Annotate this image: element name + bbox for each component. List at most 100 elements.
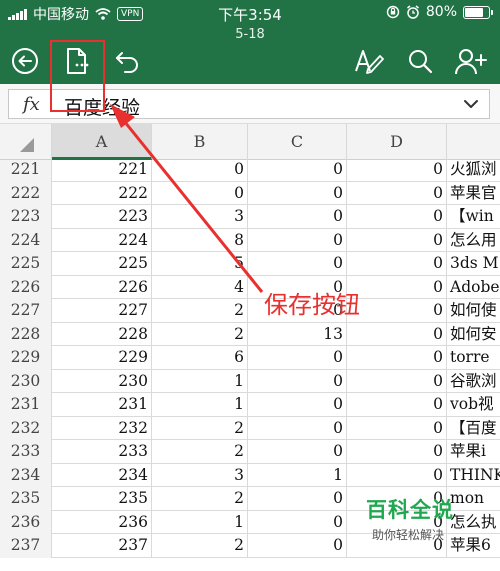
row-number[interactable]: 228 (0, 322, 52, 346)
row-number[interactable]: 231 (0, 393, 52, 417)
cell-e[interactable]: 【百度 (447, 417, 500, 441)
cell-d[interactable]: 0 (347, 369, 447, 393)
cell-e[interactable]: 【win (447, 205, 500, 229)
cell-d[interactable]: 0 (347, 393, 447, 417)
row-number[interactable]: 232 (0, 416, 52, 440)
cell-e[interactable]: THINK (447, 464, 500, 488)
cell-d[interactable]: 0 (347, 440, 447, 464)
cell-c[interactable]: 0 (248, 369, 347, 393)
cell-a[interactable]: 228 (52, 322, 152, 346)
cell-c[interactable]: 0 (248, 510, 347, 534)
cell-e[interactable]: 如何使 (447, 299, 500, 323)
row-number[interactable]: 223 (0, 205, 52, 229)
format-button[interactable] (352, 44, 386, 78)
row-number[interactable]: 235 (0, 487, 52, 511)
cell-d[interactable]: 0 (347, 205, 447, 229)
cell-a[interactable]: 227 (52, 299, 152, 323)
cell-e[interactable]: 谷歌浏 (447, 370, 500, 394)
column-header-d[interactable]: D (347, 124, 447, 160)
cell-d[interactable]: 0 (347, 346, 447, 370)
cell-d[interactable]: 0 (347, 158, 447, 182)
cell-a[interactable]: 229 (52, 346, 152, 370)
undo-button[interactable] (111, 44, 145, 78)
cell-c[interactable]: 0 (248, 416, 347, 440)
cell-e[interactable]: 怎么用 (447, 229, 500, 253)
cell-b[interactable]: 4 (152, 275, 248, 299)
cell-b[interactable]: 2 (152, 299, 248, 323)
cell-b[interactable]: 2 (152, 487, 248, 511)
cell-a[interactable]: 233 (52, 440, 152, 464)
cell-b[interactable]: 3 (152, 463, 248, 487)
column-header-e[interactable] (447, 124, 500, 160)
cell-c[interactable]: 0 (248, 228, 347, 252)
cell-a[interactable]: 225 (52, 252, 152, 276)
cell-a[interactable]: 230 (52, 369, 152, 393)
cell-e[interactable]: 3ds M (447, 252, 500, 276)
cell-c[interactable]: 0 (248, 346, 347, 370)
cell-e[interactable]: 火狐浏 (447, 158, 500, 182)
select-all-corner[interactable] (0, 124, 52, 160)
cell-c[interactable]: 0 (248, 393, 347, 417)
cell-b[interactable]: 2 (152, 440, 248, 464)
cell-a[interactable]: 223 (52, 205, 152, 229)
row-number[interactable]: 226 (0, 275, 52, 299)
cell-d[interactable]: 0 (347, 252, 447, 276)
cell-a[interactable]: 224 (52, 228, 152, 252)
cell-d[interactable]: 0 (347, 463, 447, 487)
share-button[interactable] (454, 44, 488, 78)
row-number[interactable]: 225 (0, 252, 52, 276)
column-header-a[interactable]: A (52, 124, 152, 160)
row-number[interactable]: 234 (0, 463, 52, 487)
back-button[interactable] (8, 44, 42, 78)
cell-a[interactable]: 237 (52, 534, 152, 558)
cell-e[interactable]: vob视 (447, 393, 500, 417)
column-header-b[interactable]: B (152, 124, 248, 160)
save-button[interactable] (60, 44, 94, 78)
row-number[interactable]: 224 (0, 228, 52, 252)
cell-d[interactable]: 0 (347, 299, 447, 323)
cell-b[interactable]: 2 (152, 416, 248, 440)
cell-c[interactable]: 0 (248, 158, 347, 182)
cell-d[interactable]: 0 (347, 322, 447, 346)
cell-b[interactable]: 0 (152, 158, 248, 182)
cell-e[interactable]: 苹果i (447, 440, 500, 464)
cell-b[interactable]: 3 (152, 205, 248, 229)
cell-b[interactable]: 1 (152, 510, 248, 534)
cell-a[interactable]: 232 (52, 416, 152, 440)
cell-e[interactable]: 如何安 (447, 323, 500, 347)
cell-c[interactable]: 1 (248, 463, 347, 487)
column-header-c[interactable]: C (248, 124, 347, 160)
search-button[interactable] (403, 44, 437, 78)
formula-input[interactable]: fx 百度经验 (8, 89, 490, 119)
row-number[interactable]: 236 (0, 510, 52, 534)
chevron-down-icon[interactable] (463, 96, 479, 112)
cell-b[interactable]: 5 (152, 252, 248, 276)
row-number[interactable]: 237 (0, 534, 52, 558)
cell-d[interactable]: 0 (347, 275, 447, 299)
cell-a[interactable]: 235 (52, 487, 152, 511)
cell-c[interactable]: 0 (248, 205, 347, 229)
row-number[interactable]: 222 (0, 181, 52, 205)
cell-b[interactable]: 2 (152, 322, 248, 346)
cell-c[interactable]: 0 (248, 487, 347, 511)
row-number[interactable]: 233 (0, 440, 52, 464)
cell-b[interactable]: 1 (152, 393, 248, 417)
cell-e[interactable]: torre (447, 346, 500, 370)
cell-c[interactable]: 13 (248, 322, 347, 346)
cell-a[interactable]: 234 (52, 463, 152, 487)
cell-c[interactable]: 0 (248, 181, 347, 205)
cell-d[interactable]: 0 (347, 181, 447, 205)
cell-b[interactable]: 6 (152, 346, 248, 370)
cell-b[interactable]: 8 (152, 228, 248, 252)
cell-b[interactable]: 1 (152, 369, 248, 393)
row-number[interactable]: 230 (0, 369, 52, 393)
cell-c[interactable]: 0 (248, 252, 347, 276)
row-number[interactable]: 221 (0, 158, 52, 182)
cell-c[interactable]: 0 (248, 534, 347, 558)
cell-d[interactable]: 0 (347, 228, 447, 252)
cell-b[interactable]: 2 (152, 534, 248, 558)
cell-b[interactable]: 0 (152, 181, 248, 205)
cell-c[interactable]: 0 (248, 440, 347, 464)
cell-a[interactable]: 221 (52, 158, 152, 182)
cell-d[interactable]: 0 (347, 416, 447, 440)
